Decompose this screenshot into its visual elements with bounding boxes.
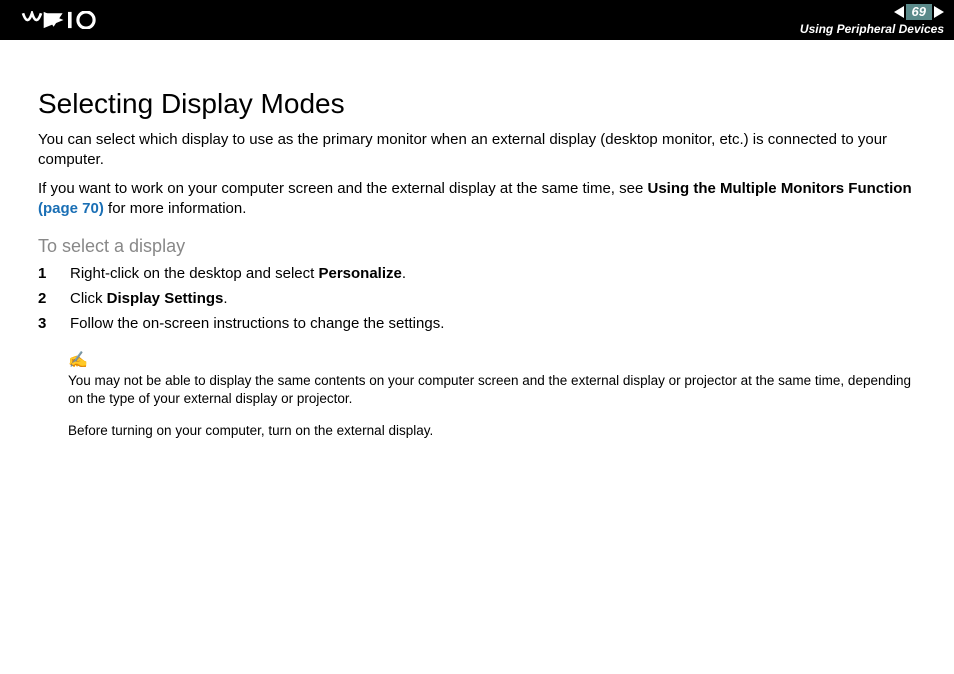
step-row: 2 Click Display Settings. (38, 290, 916, 307)
note-text-2: Before turning on your computer, turn on… (68, 422, 916, 440)
breadcrumb: Using Peripheral Devices (800, 22, 944, 36)
step-row: 1 Right-click on the desktop and select … (38, 265, 916, 282)
note-block: ✍ You may not be able to display the sam… (68, 350, 916, 441)
p2-text-c: for more information. (104, 200, 247, 217)
p2-text-a: If you want to work on your computer scr… (38, 180, 647, 197)
p2-bold: Using the Multiple Monitors Function (647, 180, 911, 197)
step-bold: Display Settings (107, 290, 224, 307)
prev-page-arrow-icon[interactable] (894, 6, 904, 18)
header-right: 69 Using Peripheral Devices (800, 4, 944, 36)
step-pre: Right-click on the desktop and select (70, 265, 318, 282)
vaio-logo (18, 11, 118, 29)
step-text: Follow the on-screen instructions to cha… (70, 315, 444, 332)
note-text-1: You may not be able to display the same … (68, 372, 916, 408)
step-number: 3 (38, 315, 50, 332)
p2-link[interactable]: (page 70) (38, 200, 104, 217)
step-text: Right-click on the desktop and select Pe… (70, 265, 406, 282)
step-post: . (402, 265, 406, 282)
step-number: 2 (38, 290, 50, 307)
step-post: . (223, 290, 227, 307)
step-row: 3 Follow the on-screen instructions to c… (38, 315, 916, 332)
pager: 69 (894, 4, 944, 20)
header-bar: 69 Using Peripheral Devices (0, 0, 954, 40)
note-icon: ✍ (68, 350, 916, 370)
step-number: 1 (38, 265, 50, 282)
step-text: Click Display Settings. (70, 290, 228, 307)
step-bold: Personalize (318, 265, 401, 282)
intro-paragraph-2: If you want to work on your computer scr… (38, 179, 916, 218)
intro-paragraph-1: You can select which display to use as t… (38, 130, 916, 169)
step-pre: Click (70, 290, 107, 307)
page-title: Selecting Display Modes (38, 88, 916, 120)
step-pre: Follow the on-screen instructions to cha… (70, 315, 444, 332)
subheading: To select a display (38, 236, 916, 257)
next-page-arrow-icon[interactable] (934, 6, 944, 18)
page-number: 69 (906, 4, 932, 20)
content-area: Selecting Display Modes You can select w… (0, 40, 954, 441)
